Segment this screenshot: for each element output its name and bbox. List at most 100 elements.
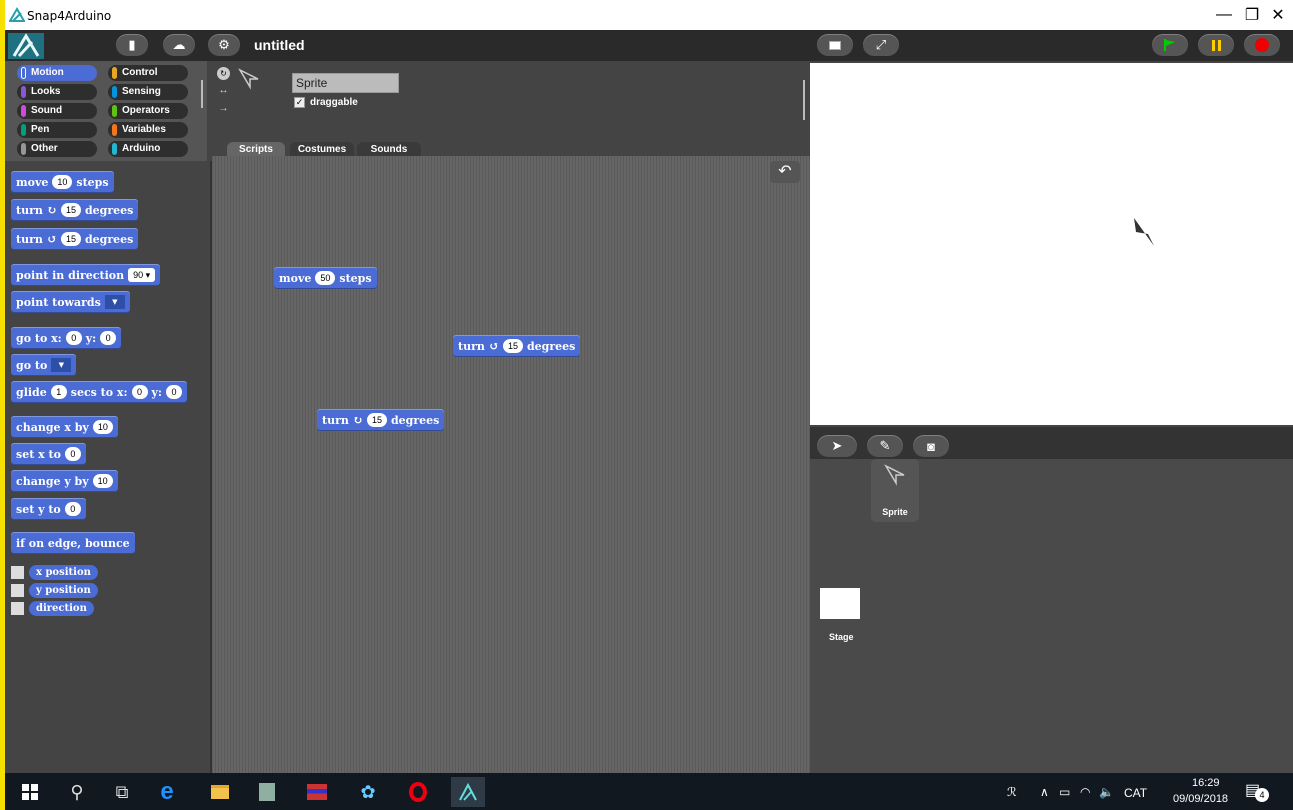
category-other[interactable]: Other [17,141,97,157]
show-hidden-icons-chevron-icon[interactable]: ∧ [1040,785,1049,799]
notification-count-badge: 4 [1255,788,1269,802]
script-block-move[interactable]: move 50 steps [274,267,377,289]
corral-sprite[interactable]: Sprite [871,459,919,522]
rotation-style-none-button[interactable]: → [217,103,230,116]
cloud-button[interactable]: ☁ [163,34,195,56]
draggable-label: draggable [310,97,358,108]
turtle-arrow-icon: ➤ [831,438,843,453]
scripts-area[interactable] [212,156,810,773]
rotation-style-flip-button[interactable]: ↔ [217,85,230,98]
battery-icon[interactable]: ▭ [1059,785,1070,799]
snap4arduino-logo-icon [9,7,25,22]
stage-label: Stage [829,632,854,642]
connected-app-icon[interactable]: ✿ [351,777,385,807]
palette-block-turn-counterclockwise[interactable]: turn ↺ 15 degrees [11,228,139,250]
watcher-checkbox-direction[interactable] [11,602,24,615]
camera-sprite-button[interactable]: ◙ [913,435,949,457]
rotation-style-rotate-button[interactable]: ↻ [217,67,230,80]
watcher-checkbox-x-position[interactable] [11,566,24,579]
arduino-ide-icon[interactable] [300,777,334,807]
settings-button[interactable]: ⚙ [208,34,240,56]
rotate-counterclockwise-icon: ↺ [46,232,57,246]
category-looks[interactable]: Looks [17,84,97,100]
window-title: Snap4Arduino [27,9,112,23]
undo-arrow-icon: ↶ [778,163,792,180]
category-control[interactable]: Control [108,65,188,81]
presentation-mode-button[interactable]: ⤢ [863,34,899,56]
corral-sprite-label: Sprite [882,507,908,517]
action-center-button[interactable]: ▤ 4 [1245,778,1269,802]
category-arduino[interactable]: Arduino [108,141,188,157]
palette-block-set-y[interactable]: set y to 0 [11,498,86,520]
app-window: Snap4Arduino — ❐ ✕ ▮ ☁ ⚙ untitled ⤢ Moti… [5,0,1293,810]
reporter-direction[interactable]: direction [29,601,94,616]
normal-stage-icon [829,40,841,50]
sprite-thumbnail-icon [884,464,905,486]
clock-date[interactable]: 09/09/2018 [1173,793,1228,805]
script-block-turn-clockwise[interactable]: turn ↻ 15 degrees [317,409,445,431]
category-motion[interactable]: Motion [17,65,97,81]
camera-icon: ◙ [927,438,935,454]
green-flag-icon [1164,39,1175,51]
dropdown-arrow-icon[interactable]: ▼ [104,295,125,309]
watcher-checkbox-y-position[interactable] [11,584,24,597]
sprite-name-input[interactable]: Sprite [292,73,399,93]
input-language-indicator[interactable]: CAT [1124,786,1147,800]
reporter-y-position[interactable]: y position [29,583,98,598]
category-sound[interactable]: Sound [17,103,97,119]
notepad-app-icon[interactable] [250,777,284,807]
category-variables[interactable]: Variables [108,122,188,138]
stop-button[interactable] [1244,34,1280,56]
edge-browser-icon[interactable]: e [150,777,184,807]
reporter-x-position[interactable]: x position [29,565,98,580]
windows-start-icon[interactable] [13,777,47,807]
category-scrollbar[interactable] [201,80,203,108]
palette-block-glide[interactable]: glide 1 secs to x: 0 y: 0 [11,381,187,403]
cloud-icon: ☁ [172,37,186,52]
rotate-clockwise-icon: ↻ [352,413,363,427]
opera-browser-icon[interactable] [401,777,435,807]
file-menu-button[interactable]: ▮ [116,34,148,56]
panel-resize-handle[interactable] [803,80,805,120]
pause-button[interactable] [1198,34,1234,56]
close-button[interactable]: ✕ [1255,0,1293,30]
palette-block-bounce[interactable]: if on edge, bounce [11,532,135,554]
palette-block-go-to[interactable]: go to ▼ [11,354,77,376]
paintbrush-icon: ✎ [879,438,891,453]
project-title: untitled [254,37,305,53]
palette-block-change-y[interactable]: change y by 10 [11,470,118,492]
palette-block-set-x[interactable]: set x to 0 [11,443,86,465]
dropdown-arrow-icon[interactable]: ▼ [51,358,72,372]
draggable-checkbox[interactable]: ✓ [294,97,305,108]
script-block-turn-counterclockwise[interactable]: turn ↺ 15 degrees [453,335,581,357]
undrop-button[interactable]: ↶ [770,161,800,183]
palette-block-move[interactable]: move 10 steps [11,171,114,193]
palette-block-point-in-direction[interactable]: point in direction 90 ▾ [11,264,161,286]
people-icon[interactable]: ℛ [1007,785,1017,799]
category-pen[interactable]: Pen [17,122,97,138]
palette-block-go-to-xy[interactable]: go to x: 0 y: 0 [11,327,122,349]
rotate-clockwise-icon: ↻ [46,203,57,217]
sprite-arrow-costume-icon[interactable] [1132,216,1160,250]
file-explorer-icon[interactable] [203,777,237,807]
snap-logo-icon[interactable] [8,33,44,59]
clock-time[interactable]: 16:29 [1192,777,1220,789]
stop-icon [1255,38,1269,52]
fullscreen-icon: ⤢ [875,37,887,52]
palette-block-turn-clockwise[interactable]: turn ↻ 15 degrees [11,199,139,221]
palette-block-point-towards[interactable]: point towards ▼ [11,291,130,313]
snap4arduino-taskbar-icon[interactable] [451,777,485,807]
palette-block-change-x[interactable]: change x by 10 [11,416,118,438]
volume-icon[interactable]: 🔈 [1099,785,1114,799]
stage-thumbnail[interactable] [820,588,860,619]
task-view-icon[interactable]: ⧉ [105,777,139,807]
add-turtle-sprite-button[interactable]: ➤ [817,435,857,457]
category-operators[interactable]: Operators [108,103,188,119]
search-icon[interactable]: ⚲ [60,777,94,807]
stage[interactable] [810,63,1293,425]
wifi-icon[interactable]: ◠ [1080,785,1090,799]
green-flag-button[interactable] [1152,34,1188,56]
category-sensing[interactable]: Sensing [108,84,188,100]
stage-size-button[interactable] [817,34,853,56]
paint-new-sprite-button[interactable]: ✎ [867,435,903,457]
